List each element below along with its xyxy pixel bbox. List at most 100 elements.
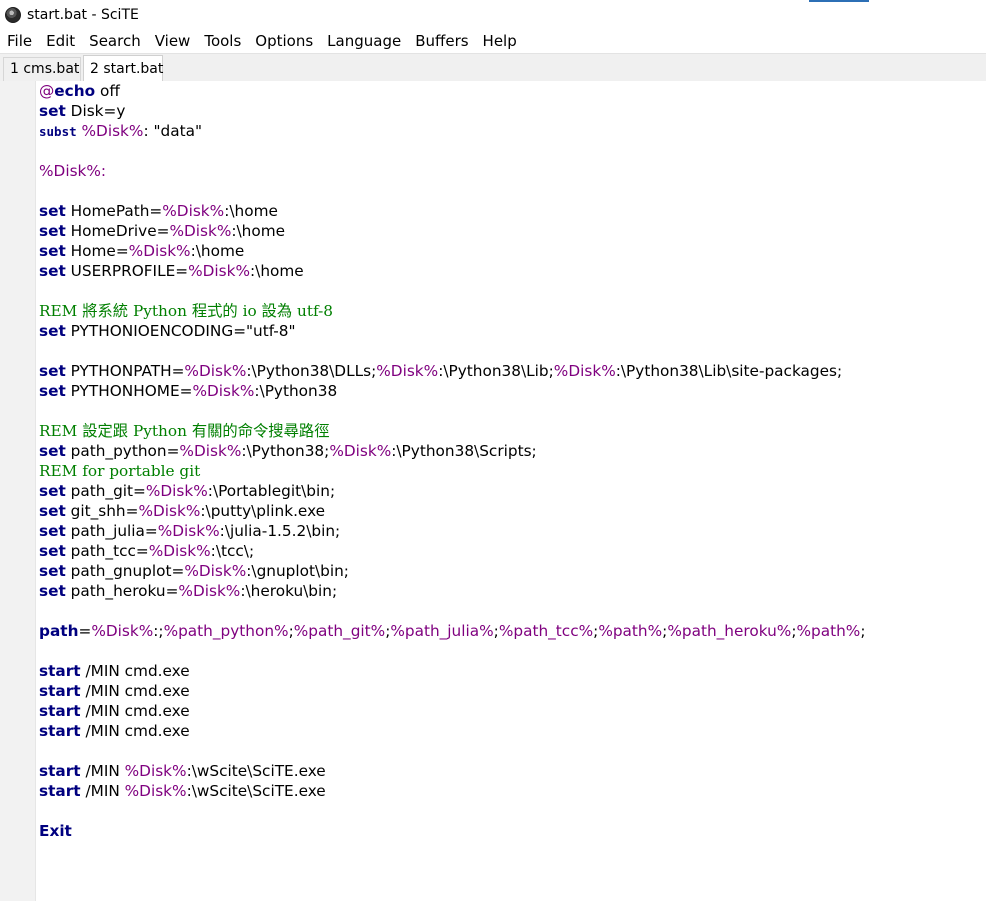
tab-cms-bat[interactable]: 1 cms.bat (3, 57, 81, 81)
variable-token: %Disk% (184, 362, 247, 380)
code-line[interactable]: set path_python=%Disk%:\Python38;%Disk%:… (39, 441, 979, 461)
code-line[interactable] (39, 141, 979, 161)
text-token: /MIN cmd.exe (80, 662, 190, 680)
code-line[interactable]: %Disk%: (39, 161, 979, 181)
text-token: path_gnuplot= (65, 562, 185, 580)
variable-token: %Disk% (179, 442, 242, 460)
variable-token: %Disk% (145, 482, 208, 500)
text-token: :\gnuplot\bin; (246, 562, 349, 580)
code-line[interactable] (39, 281, 979, 301)
line-margin[interactable] (0, 81, 36, 901)
variable-token: %path% (796, 622, 861, 640)
code-line[interactable]: start /MIN %Disk%:\wScite\SciTE.exe (39, 761, 979, 781)
text-token: path_python= (65, 442, 180, 460)
text-token: path_julia= (65, 522, 158, 540)
code-line[interactable]: REM 設定跟 Python 有關的命令搜尋路徑 (39, 421, 979, 441)
code-line[interactable]: set PYTHONHOME=%Disk%:\Python38 (39, 381, 979, 401)
variable-token: %Disk% (148, 542, 211, 560)
menu-edit[interactable]: Edit (39, 31, 82, 51)
keyword-token: echo (54, 82, 96, 100)
menu-help[interactable]: Help (476, 31, 524, 51)
variable-token: %Disk% (138, 502, 201, 520)
menu-buffers[interactable]: Buffers (408, 31, 475, 51)
code-line[interactable] (39, 341, 979, 361)
code-line[interactable] (39, 741, 979, 761)
text-token: /MIN cmd.exe (80, 702, 190, 720)
code-line[interactable] (39, 401, 979, 421)
text-token: :\Python38\Scripts; (391, 442, 537, 460)
code-line[interactable]: set PYTHONPATH=%Disk%:\Python38\DLLs;%Di… (39, 361, 979, 381)
code-line[interactable] (39, 801, 979, 821)
menu-language[interactable]: Language (320, 31, 408, 51)
menu-view[interactable]: View (148, 31, 198, 51)
text-token: Disk=y (65, 102, 126, 120)
code-line[interactable]: set Home=%Disk%:\home (39, 241, 979, 261)
text-token: :\Python38\Lib; (438, 362, 554, 380)
text-token: :\putty\plink.exe (200, 502, 326, 520)
text-token: :\Python38\DLLs; (246, 362, 377, 380)
tab-start-bat[interactable]: 2 start.bat (83, 55, 163, 82)
code-line[interactable]: start /MIN %Disk%:\wScite\SciTE.exe (39, 781, 979, 801)
menu-options[interactable]: Options (248, 31, 320, 51)
code-line[interactable]: Exit (39, 821, 979, 841)
text-token: :\home (231, 222, 286, 240)
code-line[interactable]: REM 將系統 Python 程式的 io 設為 utf-8 (39, 301, 979, 321)
code-line[interactable]: set HomeDrive=%Disk%:\home (39, 221, 979, 241)
code-line[interactable]: set path_gnuplot=%Disk%:\gnuplot\bin; (39, 561, 979, 581)
code-line[interactable]: set path_git=%Disk%:\Portablegit\bin; (39, 481, 979, 501)
text-token: :; (153, 622, 164, 640)
variable-token: %Disk% (192, 382, 255, 400)
code-line[interactable]: @echo off (39, 81, 979, 101)
window-title: start.bat - SciTE (27, 7, 139, 23)
variable-token: %path_python% (163, 622, 289, 640)
code-line[interactable]: subst %Disk%: "data" (39, 121, 979, 141)
code-line[interactable]: set HomePath=%Disk%:\home (39, 201, 979, 221)
editor-pane[interactable]: @echo off set Disk=y subst %Disk%: "data"%… (0, 81, 986, 901)
variable-token: %path% (598, 622, 663, 640)
keyword-token: path (39, 622, 79, 640)
keyword-token: start (39, 782, 81, 800)
variable-token: %path_julia% (390, 622, 494, 640)
code-line[interactable]: start /MIN cmd.exe (39, 721, 979, 741)
code-text[interactable]: @echo off set Disk=y subst %Disk%: "data"%… (39, 81, 979, 841)
code-line[interactable]: REM for portable git (39, 461, 979, 481)
text-token: ; (860, 622, 866, 640)
code-line[interactable]: set USERPROFILE=%Disk%:\home (39, 261, 979, 281)
code-line[interactable] (39, 181, 979, 201)
keyword-token: set (39, 222, 66, 240)
code-line[interactable]: set path_julia=%Disk%:\julia-1.5.2\bin; (39, 521, 979, 541)
menu-search[interactable]: Search (82, 31, 148, 51)
code-line[interactable]: set path_tcc=%Disk%:\tcc\; (39, 541, 979, 561)
text-token: /MIN (80, 782, 125, 800)
variable-token: %Disk% (91, 622, 154, 640)
keyword-token: set (39, 542, 66, 560)
code-line[interactable] (39, 601, 979, 621)
code-line[interactable]: set Disk=y (39, 101, 979, 121)
scite-app-icon[interactable] (5, 7, 21, 23)
code-line[interactable]: path=%Disk%:;%path_python%;%path_git%;%p… (39, 621, 979, 641)
comment-token: REM for portable git (39, 462, 201, 480)
code-line[interactable]: set PYTHONIOENCODING="utf-8" (39, 321, 979, 341)
variable-token: %Disk% (128, 242, 191, 260)
code-line[interactable]: start /MIN cmd.exe (39, 661, 979, 681)
code-line[interactable]: set git_shh=%Disk%:\putty\plink.exe (39, 501, 979, 521)
text-token: PYTHONHOME= (65, 382, 193, 400)
code-line[interactable]: start /MIN cmd.exe (39, 681, 979, 701)
comment-token: REM 將系統 Python 程式的 io 設為 utf-8 (39, 302, 334, 320)
text-token: :\wScite\SciTE.exe (186, 762, 326, 780)
keyword-token: start (39, 722, 81, 740)
keyword-token: set (39, 502, 66, 520)
text-token: off (95, 82, 120, 100)
text-token: HomeDrive= (65, 222, 170, 240)
menu-tools[interactable]: Tools (197, 31, 248, 51)
code-line[interactable]: set path_heroku=%Disk%:\heroku\bin; (39, 581, 979, 601)
keyword-token: set (39, 582, 66, 600)
code-line[interactable] (39, 641, 979, 661)
keyword-token: start (39, 682, 81, 700)
variable-token: %Disk% (188, 262, 251, 280)
code-line[interactable]: start /MIN cmd.exe (39, 701, 979, 721)
menu-file[interactable]: File (0, 31, 39, 51)
keyword-token: set (39, 442, 66, 460)
text-token: /MIN (80, 762, 125, 780)
variable-token: %Disk% (329, 442, 392, 460)
